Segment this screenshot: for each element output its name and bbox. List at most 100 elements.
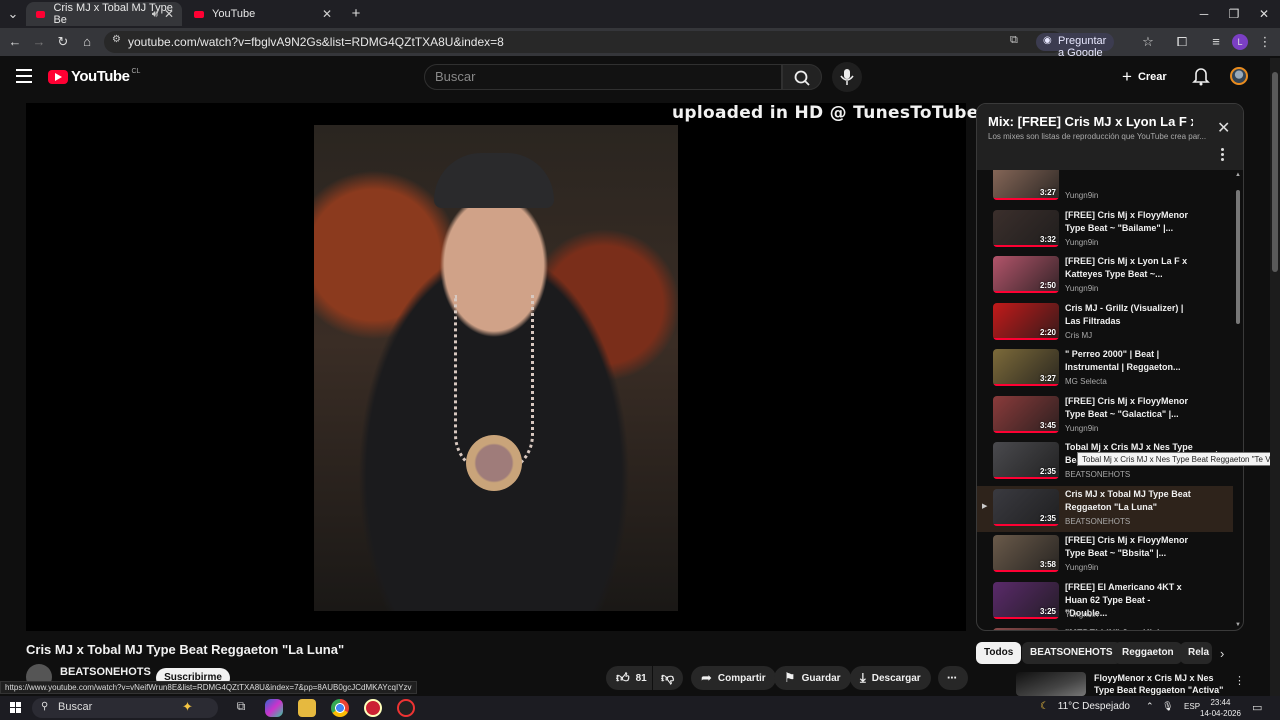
playlist-item-duration: 3:45	[1039, 420, 1056, 430]
reload-icon[interactable]: ↻	[54, 33, 72, 51]
new-tab-button[interactable]: +	[344, 4, 368, 24]
tab-search-icon[interactable]: ⌄	[4, 5, 22, 23]
clock[interactable]: 23:44 14-04-2026	[1200, 697, 1241, 719]
address-bar[interactable]: ⚙ youtube.com/watch?v=fbglvA9N2Gs&list=R…	[104, 31, 1115, 59]
playlist-item-title: " Perreo 2000" | Beat | Instrumental | R…	[1065, 349, 1181, 372]
browser-toolbar: ← → ↻ ⌂ ⚙ youtube.com/watch?v=fbglvA9N2G…	[0, 28, 1280, 59]
playlist-scroll-thumb[interactable]	[1236, 190, 1240, 324]
playlist-item[interactable]: 2:20 Cris MJ - Grillz (Visualizer) | Las …	[977, 300, 1233, 346]
copilot-app-icon[interactable]	[265, 699, 283, 717]
page-scrollbar[interactable]	[1270, 58, 1280, 696]
more-horizontal-icon: ⋯	[947, 672, 957, 684]
media-controls-icon[interactable]: ≡	[1207, 33, 1225, 51]
create-label: Crear	[1137, 71, 1167, 83]
chrome-profile-icon[interactable]	[364, 699, 382, 717]
playlist-item[interactable]: 3:25 [FREE] El Americano 4KT x Huan 62 Ty…	[977, 579, 1233, 625]
playlist-item[interactable]: 3:58 [FREE] Cris Mj x FloyyMenor Type Bea…	[977, 532, 1233, 578]
playlist-more-icon[interactable]	[1221, 148, 1225, 163]
chip-beatsonehots[interactable]: BEATSONEHOTS	[1022, 642, 1121, 664]
playlist-item-channel: Yungn9in	[1065, 423, 1099, 433]
dislike-button[interactable]: 👎︎	[653, 666, 683, 690]
playlist-scrollbar[interactable]: ▲ ▼	[1235, 172, 1241, 630]
search-input[interactable]	[435, 69, 755, 84]
playlist-item-thumbnail	[993, 628, 1059, 630]
playlist-item[interactable]: 3:45 [FREE] Cris Mj x FloyyMenor Type Bea…	[977, 393, 1233, 439]
like-button[interactable]: 👍︎ 81	[606, 666, 652, 690]
windows-start-icon[interactable]	[10, 702, 22, 714]
playlist-item[interactable]: 2:50 [FREE] Cris Mj x Lyon La F x Katteye…	[977, 253, 1233, 299]
playlist-item[interactable]: 3:27 Yungn9in	[977, 170, 1233, 206]
recorder-app-icon[interactable]	[397, 699, 415, 717]
playlist-item[interactable]: "MEDELLIN" Jere Klein x Jairo Vera Type …	[977, 625, 1233, 630]
ask-google-button[interactable]: ◉ Preguntar a Google	[1036, 33, 1115, 59]
close-tab-icon[interactable]: ✕	[322, 7, 332, 21]
chip-todos[interactable]: Todos	[976, 642, 1022, 664]
playlist-item[interactable]: 3:27 " Perreo 2000" | Beat | Instrumental…	[977, 346, 1233, 392]
tab-youtube[interactable]: YouTube ✕	[184, 2, 340, 26]
playlist-item-thumbnail: 2:50	[993, 256, 1059, 293]
scroll-up-icon[interactable]: ▲	[1235, 172, 1241, 178]
forward-icon[interactable]: →	[30, 33, 48, 51]
recommended-video[interactable]: FloyyMenor x Cris MJ x Nes Type Beat Reg…	[1016, 672, 1245, 696]
playlist-item-title: [FREE] Cris Mj x FloyyMenor Type Beat ~ …	[1065, 535, 1189, 558]
share-icon: ➦	[701, 670, 712, 685]
close-playlist-icon[interactable]: ✕	[1217, 118, 1230, 138]
notifications-icon[interactable]: ▭	[1252, 701, 1262, 714]
profile-avatar[interactable]: L	[1232, 34, 1248, 50]
minimize-icon[interactable]: ─	[1192, 4, 1216, 24]
create-button[interactable]: + Crear	[1122, 66, 1167, 88]
tab-label: Cris MJ x Tobal MJ Type Be	[53, 2, 173, 26]
share-label: Compartir	[717, 672, 766, 684]
plus-icon: +	[1122, 67, 1132, 86]
site-info-icon[interactable]: ⚙	[112, 34, 121, 45]
youtube-logo[interactable]: YouTube CL	[48, 68, 140, 85]
video-watermark: uploaded in HD @ TunesToTube.com	[672, 103, 1026, 123]
playlist-item-channel: Yungn9in	[1065, 284, 1099, 293]
speaker-icon[interactable]: 🔊︎	[152, 9, 158, 20]
system-tray[interactable]: ⌃ 🎙︎ ESP	[1146, 701, 1200, 712]
file-explorer-icon[interactable]	[298, 699, 316, 717]
playlist-item[interactable]: 3:32 [FREE] Cris Mj x FloyyMenor Type Bea…	[977, 207, 1233, 253]
playlist-item-thumbnail: 3:32	[993, 209, 1059, 247]
notifications-bell-icon[interactable]	[1192, 66, 1210, 86]
chip-related[interactable]: Rela	[1180, 642, 1212, 664]
more-actions-button[interactable]: ⋯	[938, 666, 968, 690]
weather-widget[interactable]: ☾ 11°C Despejado	[1040, 701, 1130, 712]
playlist-item[interactable]: ▶ 2:35 Cris MJ x Tobal MJ Type Beat Reggae…	[977, 485, 1233, 532]
bookmark-icon: ⚑	[784, 670, 796, 685]
chip-reggaeton[interactable]: Reggaeton	[1114, 642, 1182, 664]
save-button[interactable]: ⚑ Guardar	[774, 666, 851, 690]
bookmark-star-icon[interactable]: ☆	[1139, 33, 1157, 51]
extensions-icon[interactable]: ⧠	[1173, 33, 1191, 51]
search-button[interactable]	[782, 64, 822, 90]
home-icon[interactable]: ⌂	[78, 33, 96, 51]
download-button[interactable]: ⤓ Descargar	[850, 666, 931, 690]
hamburger-menu-icon[interactable]	[16, 69, 32, 83]
video-player[interactable]	[26, 103, 966, 631]
more-vertical-icon[interactable]: ⋮	[1234, 674, 1245, 687]
account-avatar[interactable]	[1230, 67, 1248, 85]
watched-progress-bar	[993, 616, 1059, 619]
save-label: Guardar	[801, 672, 841, 684]
page-scroll-thumb[interactable]	[1272, 72, 1278, 272]
youtube-favicon-icon	[194, 10, 204, 18]
share-button[interactable]: ➦ Compartir	[691, 666, 776, 690]
youtube-play-icon	[48, 69, 68, 84]
voice-search-button[interactable]	[832, 62, 862, 92]
close-window-icon[interactable]: ✕	[1252, 4, 1276, 24]
playlist-panel: Mix: [FREE] Cris MJ x Lyon La F x... Los…	[976, 103, 1244, 631]
close-tab-icon[interactable]: ✕	[164, 7, 174, 21]
chevron-right-icon[interactable]: ›	[1220, 646, 1224, 661]
back-icon[interactable]: ←	[6, 33, 24, 51]
playlist-item-duration: 2:50	[1039, 281, 1056, 290]
playlist-title[interactable]: Mix: [FREE] Cris MJ x Lyon La F x...	[988, 114, 1193, 129]
task-view-icon[interactable]: ⧉	[232, 699, 250, 717]
restore-icon[interactable]: ❐	[1222, 4, 1246, 24]
install-app-icon[interactable]: ⧉	[1010, 34, 1018, 47]
taskbar-search[interactable]: ⚲ Buscar ✦	[32, 698, 218, 718]
scroll-down-icon[interactable]: ▼	[1235, 622, 1241, 628]
tab-current-video[interactable]: Cris MJ x Tobal MJ Type Be 🔊︎ ✕	[26, 2, 182, 26]
channel-name[interactable]: BEATSONEHOTS	[60, 666, 151, 678]
chrome-icon[interactable]	[331, 699, 349, 717]
browser-menu-icon[interactable]: ⋮	[1256, 33, 1274, 51]
